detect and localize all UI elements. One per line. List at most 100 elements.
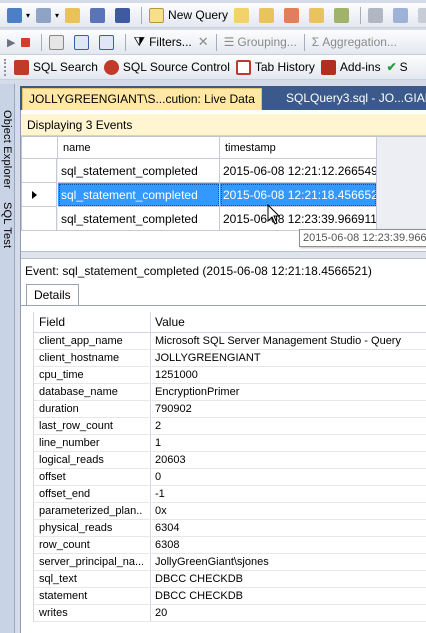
detail-field: writes: [39, 607, 68, 619]
detail-row[interactable]: logical_reads 20603: [34, 452, 426, 469]
dmx-icon: [284, 7, 300, 23]
start-data-feed-button[interactable]: ▶: [4, 32, 18, 52]
row-selector[interactable]: [22, 207, 57, 231]
template-button[interactable]: [331, 5, 356, 25]
table-row[interactable]: sql_statement_completed 2015-06-08 12:23…: [22, 207, 378, 231]
detail-row[interactable]: database_name EncryptionPrimer: [34, 384, 426, 401]
detail-row[interactable]: offset 0: [34, 469, 426, 486]
sql-source-control-button[interactable]: SQL Source Control: [101, 57, 233, 77]
save-button[interactable]: [87, 5, 112, 25]
standard-toolbar: ▾ ▾ New Query ↶: [0, 3, 426, 28]
row-selector[interactable]: [22, 183, 57, 207]
detail-field: statement: [39, 590, 88, 602]
funnel-icon: ⧩: [133, 34, 146, 49]
clear-filters-button[interactable]: ✕: [195, 32, 212, 52]
detail-row[interactable]: physical_reads 6304: [34, 520, 426, 537]
detail-row[interactable]: writes 20: [34, 605, 426, 622]
detail-value: 1: [150, 435, 426, 451]
details-grid: Field Value client_app_name Microsoft SQL…: [33, 312, 426, 622]
pane-splitter[interactable]: [21, 251, 426, 259]
detail-row[interactable]: cpu_time 1251000: [34, 367, 426, 384]
add-item-button[interactable]: ▾: [33, 5, 62, 25]
column-header-timestamp-label: timestamp: [225, 142, 276, 154]
add-ins-icon: [320, 59, 336, 75]
column-header-name[interactable]: name: [58, 137, 220, 159]
sql-source-control-label: SQL Source Control: [122, 60, 230, 74]
add-ins-button[interactable]: Add-ins: [318, 57, 384, 77]
detail-row[interactable]: statement DBCC CHECKDB: [34, 588, 426, 605]
tab-sqlquery3[interactable]: SQLQuery3.sql - JO...GIANT\sjones: [280, 88, 426, 110]
save-icon: [90, 7, 106, 23]
stop-data-feed-button[interactable]: [18, 32, 37, 52]
clear-data-button[interactable]: [46, 32, 71, 52]
tooltip-text: 2015-06-08 12:23:39.9669115: [303, 232, 426, 244]
detail-value: 0: [150, 469, 426, 485]
xmla-query-button[interactable]: [306, 5, 331, 25]
table-row-selected[interactable]: sql_statement_completed 2015-06-08 12:21…: [22, 183, 378, 207]
paste-icon: [418, 7, 426, 23]
filters-button[interactable]: ⧩ Filters...: [130, 32, 194, 52]
cell-timestamp[interactable]: 2015-06-08 12:21:12.2665499: [220, 159, 377, 183]
detail-row[interactable]: sql_text DBCC CHECKDB: [34, 571, 426, 588]
eraser-icon: [49, 34, 65, 50]
grouping-icon: ☰: [223, 35, 235, 49]
mdx-query-button[interactable]: [256, 5, 281, 25]
paste-button[interactable]: [415, 5, 426, 25]
toolbar-grip[interactable]: [4, 58, 7, 76]
db-engine-query-button[interactable]: [231, 5, 256, 25]
sql-search-button[interactable]: SQL Search: [11, 57, 101, 77]
aggregation-button[interactable]: Σ Aggregation...: [309, 32, 400, 52]
detail-row[interactable]: duration 790902: [34, 401, 426, 418]
detail-row[interactable]: client_hostname JOLLYGREENGIANT: [34, 350, 426, 367]
xevent-toolbar: ▶ ⧩ Filters... ✕ ☰ Grouping... Σ Aggregatio…: [0, 30, 426, 55]
cell-name[interactable]: sql_statement_completed: [58, 207, 220, 231]
detail-field: database_name: [39, 386, 118, 398]
object-explorer-tab[interactable]: Object Explorer: [1, 110, 13, 189]
detail-row[interactable]: line_number 1: [34, 435, 426, 452]
left-dock-sidebar: Object Explorer SQL Test: [0, 84, 15, 633]
add-ins-label: Add-ins: [339, 60, 381, 74]
detail-row[interactable]: server_principal_na... JollyGreenGiant\sj…: [34, 554, 426, 571]
tab-live-data-label: JOLLYGREENGIANT\S...cution: Live Data: [29, 92, 255, 106]
truncated-label: S: [399, 60, 408, 74]
row-selector[interactable]: [22, 159, 57, 183]
detail-row[interactable]: offset_end -1: [34, 486, 426, 503]
new-project-button[interactable]: ▾: [4, 5, 33, 25]
xmla-icon: [309, 7, 325, 23]
cell-timestamp[interactable]: 2015-06-08 12:23:39.9669115: [220, 207, 377, 231]
copy-button[interactable]: [390, 5, 415, 25]
save-all-button[interactable]: [112, 5, 137, 25]
detail-field: parameterized_plan...: [39, 505, 143, 517]
details-panel: Field Value client_app_name Microsoft SQL…: [21, 305, 426, 633]
sql-prompt-button[interactable]: ✔ S: [384, 57, 411, 77]
tab-history-button[interactable]: Tab History: [233, 57, 318, 77]
show-grid-pane-button[interactable]: [96, 32, 121, 52]
detail-row[interactable]: client_app_name Microsoft SQL Server Mana…: [34, 333, 426, 350]
value-column-header[interactable]: Value: [150, 312, 426, 333]
cell-name[interactable]: sql_statement_completed: [58, 183, 220, 207]
detail-field: duration: [39, 403, 79, 415]
tab-details[interactable]: Details: [26, 284, 79, 306]
column-header-timestamp[interactable]: timestamp: [220, 137, 377, 159]
open-file-button[interactable]: [62, 5, 87, 25]
field-column-header[interactable]: Field: [39, 312, 143, 333]
detail-value: 20: [150, 605, 426, 621]
show-details-pane-button[interactable]: [71, 32, 96, 52]
detail-value: Microsoft SQL Server Management Studio -…: [150, 333, 426, 349]
detail-row[interactable]: parameterized_plan... 0x: [34, 503, 426, 520]
new-query-button[interactable]: New Query: [146, 5, 231, 25]
cut-button[interactable]: [365, 5, 390, 25]
table-row[interactable]: sql_statement_completed 2015-06-08 12:21…: [22, 159, 378, 183]
copy-icon: [393, 7, 409, 23]
grouping-button[interactable]: ☰ Grouping...: [221, 32, 300, 52]
sql-test-tab[interactable]: SQL Test: [1, 202, 13, 248]
detail-row[interactable]: row_count 6308: [34, 537, 426, 554]
save-all-icon: [115, 7, 131, 23]
detail-row[interactable]: last_row_count 2: [34, 418, 426, 435]
tab-live-data[interactable]: JOLLYGREENGIANT\S...cution: Live Data: [22, 88, 262, 110]
dmx-query-button[interactable]: [281, 5, 306, 25]
detail-field: cpu_time: [39, 369, 84, 381]
cell-timestamp[interactable]: 2015-06-08 12:21:18.4566521: [220, 183, 377, 207]
detail-field: row_count: [39, 539, 90, 551]
cell-name[interactable]: sql_statement_completed: [58, 159, 220, 183]
